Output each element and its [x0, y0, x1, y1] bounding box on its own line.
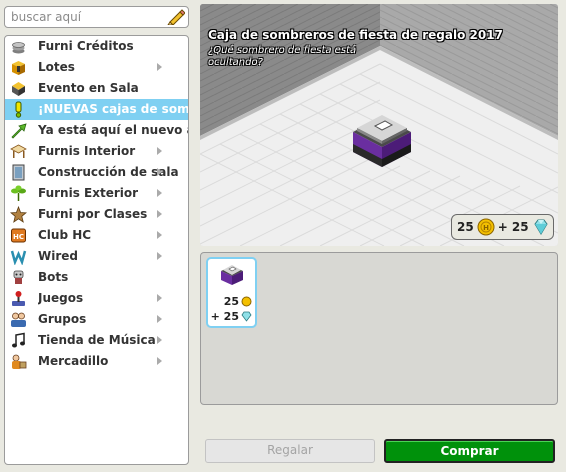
chevron-right-icon — [157, 189, 162, 197]
category-item[interactable]: Juegos — [5, 288, 188, 309]
chevron-right-icon — [157, 357, 162, 365]
category-item[interactable]: Evento en Sala — [5, 78, 188, 99]
price-badge: 25 H + 25 — [451, 214, 554, 240]
chevron-right-icon — [157, 168, 162, 176]
wired-icon — [10, 250, 27, 265]
buy-button[interactable]: Comprar — [384, 439, 555, 463]
preview-title: Caja de sombreros de fiesta de regalo 20… — [208, 28, 503, 42]
category-label: Bots — [38, 270, 69, 284]
category-label: Club HC — [38, 228, 92, 242]
category-item[interactable]: Wired — [5, 246, 188, 267]
category-label: Tienda de Música — [38, 333, 156, 347]
exclamation-icon — [15, 101, 22, 118]
category-item[interactable]: Furnis Interior — [5, 141, 188, 162]
pencil-icon[interactable] — [167, 9, 185, 25]
svg-text:HC: HC — [13, 233, 24, 241]
stack-icon — [12, 42, 25, 54]
credit-coin-icon: H — [477, 218, 495, 236]
category-label: Furni Créditos — [38, 39, 134, 53]
search-input[interactable] — [5, 8, 160, 26]
price-diamonds: + 25 — [497, 220, 529, 234]
event-icon — [12, 82, 25, 96]
hc-icon: HC — [11, 228, 26, 243]
offer-credits-value: 25 — [223, 295, 239, 308]
joystick-icon — [12, 291, 25, 306]
item-preview: Caja de sombreros de fiesta de regalo 20… — [200, 4, 558, 246]
category-item[interactable]: Tienda de Música — [5, 330, 188, 351]
package-icon — [12, 61, 25, 75]
offer-price-diamonds: + 25 — [211, 310, 252, 323]
category-label: Construcción de sala — [38, 165, 179, 179]
chevron-right-icon — [157, 336, 162, 344]
star-icon — [10, 206, 27, 223]
bot-icon — [13, 270, 24, 284]
category-label: ¡NUEVAS cajas de sombrer — [38, 102, 188, 116]
category-item[interactable]: Lotes — [5, 57, 188, 78]
category-item[interactable]: Ya está aquí el nuevo año — [5, 120, 188, 141]
chevron-right-icon — [157, 63, 162, 71]
chevron-right-icon — [157, 315, 162, 323]
category-item[interactable]: Mercadillo — [5, 351, 188, 372]
chevron-right-icon — [157, 147, 162, 155]
category-label: Furni por Clases — [38, 207, 148, 221]
arrow-up-icon — [11, 123, 27, 139]
chevron-right-icon — [157, 231, 162, 239]
chevron-right-icon — [157, 210, 162, 218]
category-item[interactable]: Furni Créditos — [5, 36, 188, 57]
group-icon — [11, 312, 26, 327]
door-icon — [12, 164, 25, 181]
category-label: Furnis Interior — [38, 144, 136, 158]
category-item[interactable]: Grupos — [5, 309, 188, 330]
svg-text:H: H — [483, 224, 489, 232]
offer-grid: 25 + 25 — [200, 252, 558, 405]
category-label: Juegos — [38, 291, 84, 305]
category-label: Ya está aquí el nuevo año — [38, 123, 188, 137]
price-credits: 25 — [457, 220, 474, 234]
category-label: Wired — [38, 249, 78, 263]
offer-item[interactable]: 25 + 25 — [206, 257, 257, 328]
plant-icon — [11, 185, 26, 201]
music-note-icon — [12, 332, 25, 348]
preview-description: ¿Qué sombrero de fiesta está ocultando? — [208, 45, 357, 68]
category-label: Lotes — [38, 60, 75, 74]
gift-button[interactable]: Regalar — [205, 439, 375, 463]
category-label: Mercadillo — [38, 354, 109, 368]
category-item[interactable]: Furnis Exterior — [5, 183, 188, 204]
category-label: Furnis Exterior — [38, 186, 139, 200]
offer-diamonds-value: + 25 — [210, 310, 239, 323]
market-icon — [12, 354, 27, 369]
category-item[interactable]: Construcción de sala — [5, 162, 188, 183]
chevron-right-icon — [157, 252, 162, 260]
category-item[interactable]: Furni por Clases — [5, 204, 188, 225]
category-label: Evento en Sala — [38, 81, 139, 95]
category-item[interactable]: HC Club HC — [5, 225, 188, 246]
category-label: Grupos — [38, 312, 87, 326]
table-icon — [10, 144, 27, 158]
search-box — [4, 6, 189, 28]
offer-price-credits: 25 — [224, 295, 252, 308]
diamond-icon — [534, 219, 548, 235]
diamond-icon — [241, 311, 252, 322]
chevron-right-icon — [157, 294, 162, 302]
category-item[interactable]: ¡NUEVAS cajas de sombrer — [5, 99, 188, 120]
credit-coin-icon — [241, 296, 252, 307]
hat-box-icon — [221, 265, 243, 285]
category-item[interactable]: Bots — [5, 267, 188, 288]
category-list: Furni Créditos Lotes Evento en Sala ¡NUEVAS… — [4, 35, 189, 465]
